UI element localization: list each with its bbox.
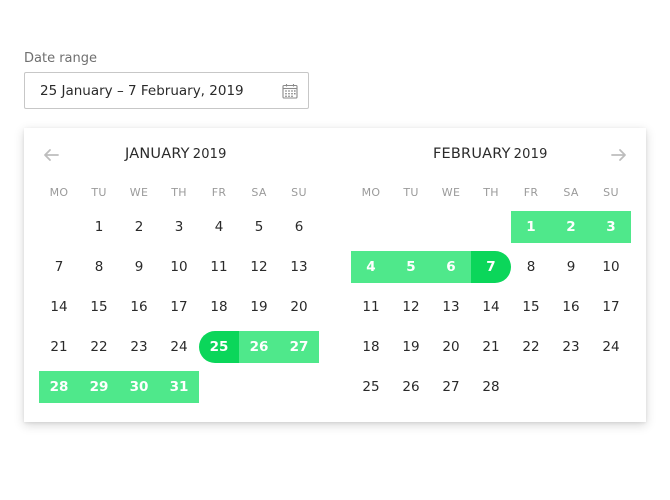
weekday-header: MO	[49, 186, 69, 199]
month-name: JANUARY	[125, 146, 190, 162]
day-cell[interactable]: 21	[471, 331, 511, 363]
weekday-header: TU	[403, 186, 419, 199]
day-cell[interactable]: 7	[39, 251, 79, 283]
day-cell[interactable]: 26	[239, 331, 279, 363]
weekday-header: TU	[91, 186, 107, 199]
day-cell[interactable]: 26	[391, 371, 431, 403]
day-cell[interactable]: 31	[159, 371, 199, 403]
day-cell[interactable]: 20	[431, 331, 471, 363]
day-cell[interactable]: 27	[431, 371, 471, 403]
month-year: 2019	[192, 147, 227, 162]
day-cell[interactable]: 5	[239, 211, 279, 243]
day-cell[interactable]: 16	[119, 291, 159, 323]
month-title: FEBRUARY 2019	[433, 146, 548, 162]
weekday-header: MO	[361, 186, 381, 199]
month-title: JANUARY 2019	[125, 146, 227, 162]
day-cell[interactable]: 9	[119, 251, 159, 283]
day-cell[interactable]: 16	[551, 291, 591, 323]
day-cell[interactable]: 8	[511, 251, 551, 283]
date-range-value: 25 January – 7 February, 2019	[40, 83, 244, 99]
day-cell[interactable]: 17	[591, 291, 631, 323]
day-cell[interactable]: 23	[551, 331, 591, 363]
arrow-right-icon[interactable]	[610, 147, 628, 163]
day-cell[interactable]: 29	[79, 371, 119, 403]
weekday-header: TH	[171, 186, 187, 199]
day-cell[interactable]: 17	[159, 291, 199, 323]
month-name: FEBRUARY	[433, 146, 511, 162]
day-cell[interactable]: 4	[351, 251, 391, 283]
calendar-icon[interactable]	[282, 83, 298, 99]
day-cell[interactable]: 9	[551, 251, 591, 283]
day-cell[interactable]: 14	[471, 291, 511, 323]
day-cell[interactable]: 11	[199, 251, 239, 283]
day-cell[interactable]: 6	[431, 251, 471, 283]
day-cell[interactable]: 24	[159, 331, 199, 363]
day-cell[interactable]: 4	[199, 211, 239, 243]
day-cell[interactable]: 1	[79, 211, 119, 243]
day-cell[interactable]: 11	[351, 291, 391, 323]
day-cell[interactable]: 10	[591, 251, 631, 283]
day-cell[interactable]: 15	[511, 291, 551, 323]
day-cell[interactable]: 10	[159, 251, 199, 283]
day-cell[interactable]: 18	[351, 331, 391, 363]
day-cell[interactable]: 18	[199, 291, 239, 323]
day-cell[interactable]: 19	[239, 291, 279, 323]
day-cell[interactable]: 21	[39, 331, 79, 363]
day-cell[interactable]: 28	[39, 371, 79, 403]
weekday-header: FR	[211, 186, 227, 199]
day-cell[interactable]: 28	[471, 371, 511, 403]
day-cell[interactable]: 3	[591, 211, 631, 243]
day-cell[interactable]: 24	[591, 331, 631, 363]
day-cell[interactable]: 20	[279, 291, 319, 323]
day-cell[interactable]: 7	[471, 251, 511, 283]
month-year: 2019	[513, 147, 548, 162]
day-cell[interactable]: 1	[511, 211, 551, 243]
weekday-header: FR	[523, 186, 539, 199]
day-cell[interactable]: 12	[239, 251, 279, 283]
day-cell[interactable]: 14	[39, 291, 79, 323]
day-cell[interactable]: 25	[351, 371, 391, 403]
date-range-label: Date range	[24, 51, 98, 66]
arrow-left-icon[interactable]	[42, 147, 60, 163]
day-cell[interactable]: 12	[391, 291, 431, 323]
weekday-header: WE	[129, 186, 149, 199]
day-cell[interactable]: 3	[159, 211, 199, 243]
day-cell[interactable]: 22	[511, 331, 551, 363]
day-cell[interactable]: 5	[391, 251, 431, 283]
day-cell[interactable]: 30	[119, 371, 159, 403]
day-cell[interactable]: 6	[279, 211, 319, 243]
day-cell[interactable]: 23	[119, 331, 159, 363]
date-range-input[interactable]: 25 January – 7 February, 2019	[24, 72, 309, 109]
day-cell[interactable]: 8	[79, 251, 119, 283]
weekday-header: SA	[563, 186, 579, 199]
day-cell[interactable]: 25	[199, 331, 239, 363]
weekday-header: SA	[251, 186, 267, 199]
day-cell[interactable]: 13	[431, 291, 471, 323]
day-cell[interactable]: 13	[279, 251, 319, 283]
day-cell[interactable]: 22	[79, 331, 119, 363]
weekday-header: SU	[603, 186, 619, 199]
weekday-header: TH	[483, 186, 499, 199]
day-cell[interactable]: 2	[551, 211, 591, 243]
day-cell[interactable]: 15	[79, 291, 119, 323]
day-cell[interactable]: 27	[279, 331, 319, 363]
day-cell[interactable]: 2	[119, 211, 159, 243]
weekday-header: WE	[441, 186, 461, 199]
day-cell[interactable]: 19	[391, 331, 431, 363]
weekday-header: SU	[291, 186, 307, 199]
